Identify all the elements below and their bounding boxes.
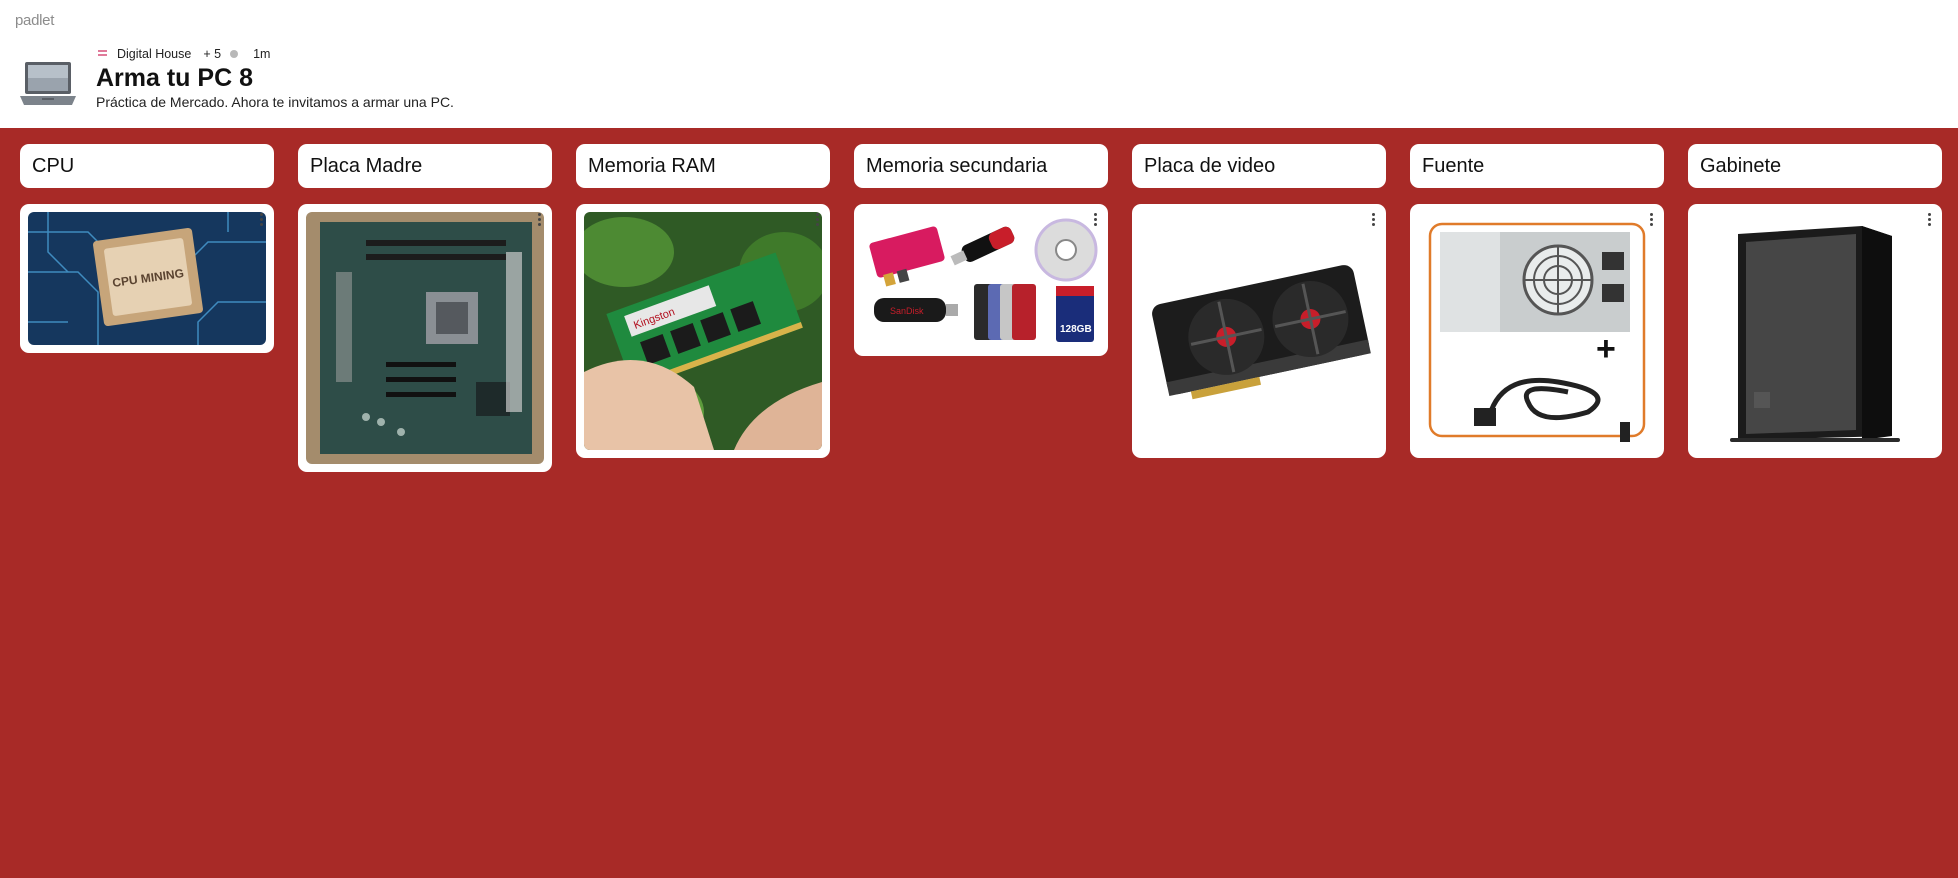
team-icon xyxy=(96,49,109,59)
post-card[interactable]: CPU MINING xyxy=(20,204,274,353)
image-text: + xyxy=(1596,330,1616,368)
column-gabinete: Gabinete xyxy=(1688,144,1942,458)
contributors-count[interactable]: + 5 xyxy=(203,47,221,61)
team-name[interactable]: Digital House xyxy=(117,47,191,61)
column-title[interactable]: CPU xyxy=(20,144,274,188)
column-title[interactable]: Placa Madre xyxy=(298,144,552,188)
post-card[interactable]: SanDisk 128GB xyxy=(854,204,1108,356)
post-menu-icon[interactable] xyxy=(1092,213,1098,229)
padlet-logo[interactable]: padlet xyxy=(15,12,54,29)
power-supply-image: + xyxy=(1418,212,1656,450)
board-title: Arma tu PC 8 xyxy=(96,64,253,92)
column-title[interactable]: Memoria RAM xyxy=(576,144,830,188)
post-card[interactable] xyxy=(298,204,552,472)
column-fuente: Fuente + xyxy=(1410,144,1664,458)
post-card[interactable] xyxy=(1688,204,1942,458)
post-card[interactable]: + xyxy=(1410,204,1664,458)
post-menu-icon[interactable] xyxy=(258,213,264,229)
status-dot xyxy=(230,50,239,58)
post-menu-icon[interactable] xyxy=(1648,213,1654,229)
board-meta: Digital House + 5 1m xyxy=(96,46,270,62)
cpu-mining-chip-image: CPU MINING xyxy=(28,212,266,345)
column-memoria-secundaria: Memoria secundaria SanDisk 128GB xyxy=(854,144,1108,356)
storage-devices-image: SanDisk 128GB xyxy=(862,212,1100,348)
column-placa-madre: Placa Madre xyxy=(298,144,552,472)
laptop-icon xyxy=(20,62,76,105)
column-title[interactable]: Fuente xyxy=(1410,144,1664,188)
post-menu-icon[interactable] xyxy=(814,213,820,229)
post-menu-icon[interactable] xyxy=(1370,213,1376,229)
image-text-b: 128GB xyxy=(1060,324,1092,335)
post-menu-icon[interactable] xyxy=(536,213,542,229)
ram-module-in-hand-image: Kingston xyxy=(584,212,822,450)
column-cpu: CPU CPU MINING xyxy=(20,144,274,353)
motherboard-image xyxy=(306,212,544,464)
column-title[interactable]: Placa de video xyxy=(1132,144,1386,188)
graphics-card-image xyxy=(1140,212,1378,450)
header-bar: padlet Digital House + 5 1m Arma tu PC 8… xyxy=(0,0,1958,128)
post-menu-icon[interactable] xyxy=(1926,213,1932,229)
column-title[interactable]: Gabinete xyxy=(1688,144,1942,188)
column-memoria-ram: Memoria RAM Kingston xyxy=(576,144,830,458)
post-card[interactable]: Kingston xyxy=(576,204,830,458)
column-placa-de-video: Placa de video xyxy=(1132,144,1386,458)
post-card[interactable] xyxy=(1132,204,1386,458)
board-description: Práctica de Mercado. Ahora te invitamos … xyxy=(96,94,454,110)
pc-case-image xyxy=(1696,212,1934,450)
last-updated: 1m xyxy=(253,47,271,61)
image-text-a: SanDisk xyxy=(890,306,924,316)
column-title[interactable]: Memoria secundaria xyxy=(854,144,1108,188)
